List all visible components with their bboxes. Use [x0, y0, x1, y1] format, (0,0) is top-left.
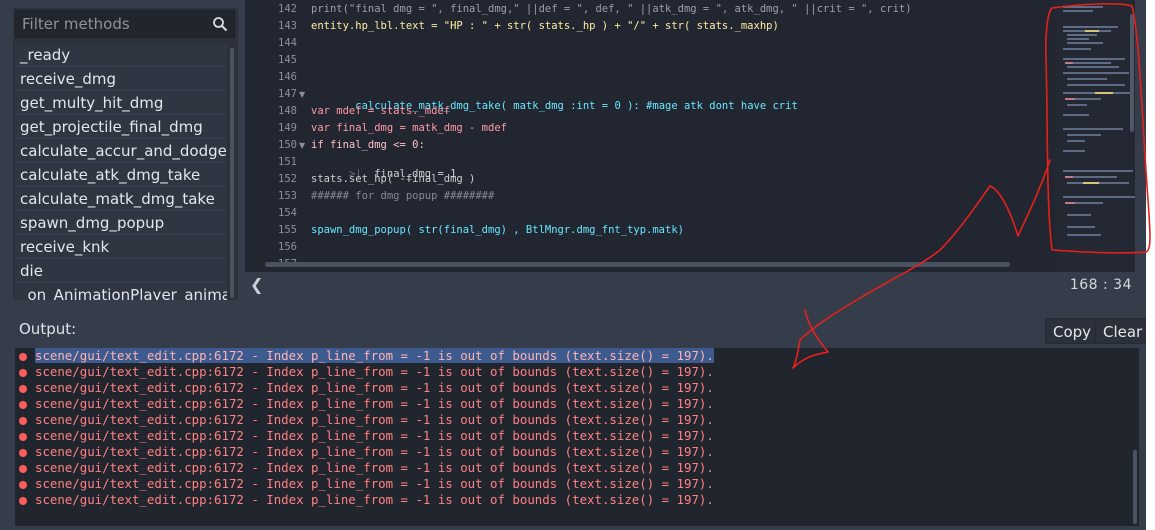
error-dot-icon [19, 432, 27, 441]
line-number: 155 [278, 224, 297, 236]
methods-scrollbar[interactable] [230, 48, 234, 298]
line-number: 152 [278, 173, 297, 185]
error-dot-icon [19, 448, 27, 457]
log-line[interactable]: scene/gui/text_edit.cpp:6172 - Index p_l… [19, 444, 714, 460]
method-item-get-projectile-final-dmg[interactable]: get_projectile_final_dmg [15, 115, 227, 139]
line-number: 143 [278, 20, 297, 32]
method-item-spawn-dmg-popup[interactable]: spawn_dmg_popup [15, 211, 227, 235]
error-dot-icon [19, 496, 27, 505]
code-line-142: print("final dmg = ", final_dmg," ||def … [311, 3, 912, 15]
error-dot-icon [19, 480, 27, 489]
line-number: 154 [278, 207, 297, 219]
line-number-gutter: 142 143 144 145 146 147 ▼ 148 149 150 ▼ … [245, 0, 307, 272]
log-text: scene/gui/text_edit.cpp:6172 - Index p_l… [35, 460, 714, 475]
error-dot-icon [19, 400, 27, 409]
output-title: Output: [19, 320, 77, 338]
code-horizontal-scrollbar[interactable] [265, 262, 1010, 267]
log-text: scene/gui/text_edit.cpp:6172 - Index p_l… [35, 476, 714, 491]
log-text: scene/gui/text_edit.cpp:6172 - Index p_l… [35, 444, 714, 459]
code-minimap[interactable] [1055, 0, 1135, 272]
code-editor[interactable]: 142 143 144 145 146 147 ▼ 148 149 150 ▼ … [245, 0, 1135, 272]
copy-button[interactable]: Copy [1045, 318, 1100, 344]
line-number: 144 [278, 37, 297, 49]
method-item-die[interactable]: die [15, 259, 227, 283]
log-line[interactable]: scene/gui/text_edit.cpp:6172 - Index p_l… [19, 428, 714, 444]
log-text: scene/gui/text_edit.cpp:6172 - Index p_l… [35, 348, 714, 363]
code-line-143: entity.hp_lbl.text = "HP : " + str( stat… [311, 20, 779, 32]
log-line[interactable]: scene/gui/text_edit.cpp:6172 - Index p_l… [19, 412, 714, 428]
cursor-position: 168 : 34 [1070, 277, 1132, 293]
cursor-column: 34 [1113, 277, 1132, 293]
log-text: scene/gui/text_edit.cpp:6172 - Index p_l… [35, 428, 714, 443]
log-text: scene/gui/text_edit.cpp:6172 - Index p_l… [35, 412, 714, 427]
log-line[interactable]: scene/gui/text_edit.cpp:6172 - Index p_l… [19, 364, 714, 380]
cursor-separator: : [1103, 277, 1109, 293]
line-number: 147 [278, 88, 297, 100]
method-item-get-multy-hit-dmg[interactable]: get_multy_hit_dmg [15, 91, 227, 115]
fold-arrow-icon[interactable]: ▼ [299, 141, 305, 150]
line-number: 156 [278, 241, 297, 253]
filter-methods-box[interactable] [15, 10, 235, 38]
output-log[interactable]: scene/gui/text_edit.cpp:6172 - Index p_l… [15, 348, 1139, 526]
line-number: 150 [278, 139, 297, 151]
line-number: 149 [278, 122, 297, 134]
log-line[interactable]: scene/gui/text_edit.cpp:6172 - Index p_l… [19, 396, 714, 412]
code-line-153: ###### for dmg popup ######## [311, 190, 495, 202]
log-line[interactable]: scene/gui/text_edit.cpp:6172 - Index p_l… [19, 476, 714, 492]
log-line[interactable]: scene/gui/text_edit.cpp:6172 - Index p_l… [19, 492, 714, 508]
search-icon[interactable] [212, 16, 228, 32]
output-scrollbar[interactable] [1133, 450, 1137, 524]
log-line[interactable]: scene/gui/text_edit.cpp:6172 - Index p_l… [19, 380, 714, 396]
method-item-receive-knk[interactable]: receive_knk [15, 235, 227, 259]
method-item-receive-dmg[interactable]: receive_dmg [15, 67, 227, 91]
method-item-calculate-matk-dmg-take[interactable]: calculate_matk_dmg_take [15, 187, 227, 211]
log-text: scene/gui/text_edit.cpp:6172 - Index p_l… [35, 492, 714, 507]
cursor-line: 168 [1069, 277, 1099, 293]
code-line-149: var final_dmg = matk_dmg - mdef [311, 122, 507, 134]
godot-editor: _ready receive_dmg get_multy_hit_dmg get… [0, 0, 1146, 530]
log-line[interactable]: scene/gui/text_edit.cpp:6172 - Index p_l… [19, 460, 714, 476]
minimap-scrollbar[interactable] [1130, 14, 1134, 132]
line-number: 145 [278, 54, 297, 66]
error-dot-icon [19, 416, 27, 425]
output-header: Output: Copy Clear [0, 312, 1146, 348]
line-number: 142 [278, 3, 297, 15]
code-line-152: stats.set_hp( -final_dmg ) [311, 173, 476, 185]
method-item-calculate-accur-and-dodge[interactable]: calculate_accur_and_dodge [15, 139, 227, 163]
filter-methods-input[interactable] [16, 11, 206, 37]
code-line-148: var mdef = stats._mdef [311, 105, 451, 117]
method-list: _ready receive_dmg get_multy_hit_dmg get… [15, 43, 227, 300]
line-number: 148 [278, 105, 297, 117]
minimap-preview [1063, 6, 1135, 236]
log-text: scene/gui/text_edit.cpp:6172 - Index p_l… [35, 396, 714, 411]
log-text: scene/gui/text_edit.cpp:6172 - Index p_l… [35, 380, 714, 395]
line-number: 151 [278, 156, 297, 168]
clear-button[interactable]: Clear [1095, 318, 1146, 344]
methods-panel: _ready receive_dmg get_multy_hit_dmg get… [13, 8, 238, 300]
code-line-155: spawn_dmg_popup( str(final_dmg) , BtlMng… [311, 224, 684, 236]
chevron-left-icon[interactable]: ❮ [250, 275, 263, 294]
error-dot-icon [19, 352, 27, 361]
error-dot-icon [19, 464, 27, 473]
editor-status-bar: ❮ 168 : 34 [245, 272, 1140, 300]
log-text: scene/gui/text_edit.cpp:6172 - Index p_l… [35, 364, 714, 379]
method-item-ready[interactable]: _ready [15, 43, 227, 67]
line-number: 153 [278, 190, 297, 202]
error-dot-icon [19, 384, 27, 393]
method-item-on-animationplayer[interactable]: _on_AnimationPlayer_animation [15, 283, 227, 300]
method-item-calculate-atk-dmg-take[interactable]: calculate_atk_dmg_take [15, 163, 227, 187]
line-number: 146 [278, 71, 297, 83]
error-dot-icon [19, 368, 27, 377]
fold-arrow-icon[interactable]: ▼ [299, 90, 305, 99]
log-line[interactable]: scene/gui/text_edit.cpp:6172 - Index p_l… [19, 348, 714, 364]
code-line-150: if final_dmg <= 0: [311, 139, 425, 151]
